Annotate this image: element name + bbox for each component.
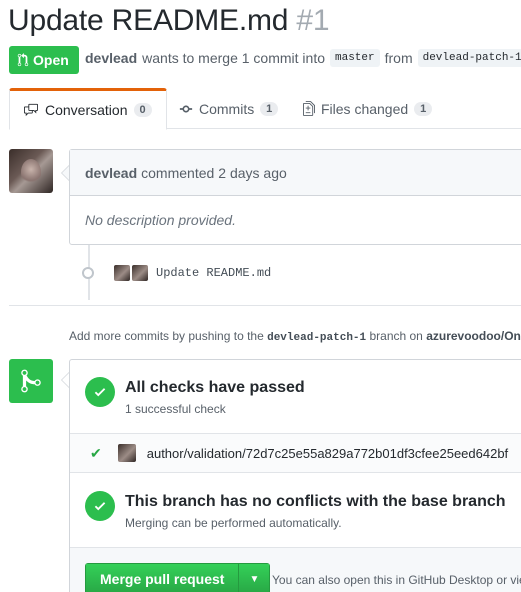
commit-committer-avatar[interactable] [132, 265, 148, 281]
commit-row: Update README.md [82, 265, 271, 281]
merge-button-group: Merge pull request ▼ [85, 563, 271, 592]
comment-body: No description provided. [85, 212, 236, 228]
comment-author[interactable]: devlead [85, 165, 137, 181]
comment-action: commented [141, 164, 215, 181]
pr-meta-text: wants to merge 1 commit into [142, 50, 325, 66]
base-branch[interactable]: master [330, 49, 380, 67]
tab-files-changed-label: Files changed [321, 100, 409, 117]
tab-commits-label: Commits [199, 100, 255, 117]
conflicts-title: This branch has no conflicts with the ba… [125, 493, 506, 510]
commit-author-avatar[interactable] [114, 265, 130, 281]
avatar[interactable] [9, 149, 53, 193]
check-icon [94, 388, 106, 397]
pr-tabs: Conversation 0 Commits 1 Files changed 1 [9, 88, 521, 130]
checks-passed-icon [85, 377, 115, 407]
push-hint-prefix: Add more commits by pushing to the [69, 329, 264, 343]
from-text: from [384, 50, 413, 66]
git-pull-request-icon [17, 53, 29, 67]
merge-alt-suffix: or vie [496, 573, 521, 587]
merge-alt-prefix: You can also [272, 573, 341, 587]
check-icon [94, 502, 106, 511]
head-branch[interactable]: devlead-patch-1 [417, 49, 521, 67]
state-badge: Open [9, 46, 79, 74]
pr-title-text: Update README.md [8, 4, 289, 37]
push-hint-branch: devlead-patch-1 [267, 332, 367, 344]
tab-files-changed[interactable]: Files changed 1 [303, 88, 433, 129]
status-check-row: ✔ author/validation/72d7c25e55a829a772b0… [70, 433, 521, 473]
comment-time[interactable]: 2 days ago [218, 165, 287, 181]
merge-alt-text: You can also open this in GitHub Desktop… [272, 573, 521, 587]
merge-pointer-inner [62, 373, 69, 387]
checks-title: All checks have passed [125, 379, 305, 396]
tab-commits[interactable]: Commits 1 [179, 88, 279, 129]
conflicts-subtitle: Merging can be performed automatically. [125, 516, 342, 530]
git-commit-icon [179, 105, 193, 112]
comment-pointer-inner [62, 166, 69, 180]
state-label: Open [33, 52, 69, 68]
commit-dot-icon [82, 267, 94, 279]
merge-method-dropdown[interactable]: ▼ [238, 563, 271, 592]
caret-down-icon: ▼ [249, 573, 260, 585]
github-desktop-link[interactable]: open this in GitHub Desktop [344, 573, 493, 587]
status-context: author/validation/72d7c25e55a829a772b01d… [146, 445, 509, 461]
push-hint-middle: branch on [369, 329, 423, 343]
merge-footer: Merge pull request ▼ You can also open t… [70, 547, 521, 592]
status-success-icon: ✔ [90, 444, 102, 461]
pr-title: Update README.md #1 [8, 4, 330, 38]
no-conflicts-icon [85, 491, 115, 521]
tab-conversation-label: Conversation [45, 102, 128, 118]
tab-conversation-count: 0 [133, 103, 152, 117]
file-diff-icon [303, 101, 315, 116]
tab-conversation[interactable]: Conversation 0 [9, 88, 167, 130]
merge-pull-request-button[interactable]: Merge pull request [85, 563, 239, 592]
checks-subtitle: 1 successful check [125, 402, 226, 416]
pr-meta: devlead wants to merge 1 commit into mas… [85, 49, 521, 67]
push-hint-repo[interactable]: azurevoodoo/On [426, 329, 521, 343]
timeline-divider [9, 305, 521, 306]
tab-commits-count: 1 [260, 101, 279, 116]
comment-header: devlead commented 2 days ago [70, 150, 521, 196]
comment-discussion-icon [24, 103, 38, 117]
pr-author-link[interactable]: devlead [85, 50, 137, 66]
status-avatar [117, 444, 136, 462]
push-hint: Add more commits by pushing to the devle… [69, 329, 521, 344]
git-merge-icon [21, 369, 41, 393]
comment-box: devlead commented 2 days ago No descript… [69, 149, 521, 245]
tab-files-changed-count: 1 [414, 101, 433, 116]
merge-status-icon [9, 359, 53, 403]
pr-number: #1 [296, 4, 330, 37]
commit-message[interactable]: Update README.md [156, 266, 271, 280]
